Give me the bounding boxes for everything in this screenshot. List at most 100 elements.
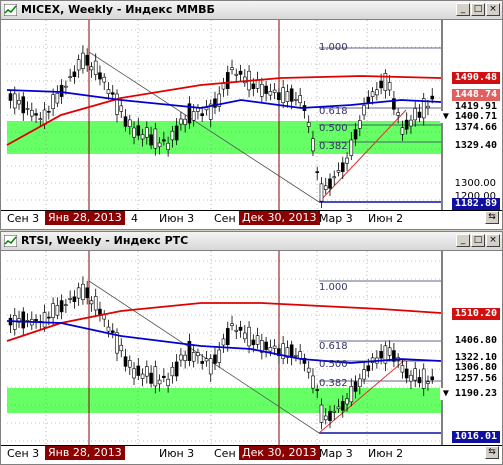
candle-body bbox=[387, 347, 392, 356]
price-label-level: 1374.66 bbox=[451, 122, 500, 134]
candle-body bbox=[332, 176, 337, 179]
candle-body bbox=[145, 366, 149, 377]
candle-body bbox=[110, 330, 115, 333]
candle-body bbox=[404, 119, 409, 130]
candle-body bbox=[64, 85, 68, 88]
x-axis-tick: Июн 2 bbox=[368, 447, 404, 460]
candle-body bbox=[323, 415, 328, 421]
candle-body bbox=[430, 95, 435, 100]
candle-body bbox=[281, 87, 285, 103]
candle-body bbox=[127, 360, 132, 368]
candle-body bbox=[204, 358, 209, 362]
candle-body bbox=[349, 139, 354, 156]
candle-body bbox=[268, 347, 273, 352]
micex-titlebar[interactable]: MICEX, Weekly - Индекс ММВБ _ □ × bbox=[1, 1, 502, 20]
x-axis-highlight-label: Янв 28, 2013 bbox=[45, 446, 125, 460]
time-axis: Сен 3 Янв 28, 2013 Июн 3 Сен Дек 30, 201… bbox=[1, 445, 502, 460]
candle-body bbox=[81, 283, 85, 300]
x-axis-tick: Мар 3 bbox=[319, 447, 353, 460]
candle-body bbox=[140, 134, 145, 140]
candle-body bbox=[323, 185, 328, 190]
candle-body bbox=[277, 92, 281, 101]
candle-body bbox=[59, 84, 64, 97]
candle-body bbox=[76, 59, 81, 71]
x-axis-tick: Июн 2 bbox=[368, 212, 404, 225]
candle-body bbox=[255, 335, 260, 345]
fib-level-label: 0.500 bbox=[319, 359, 348, 370]
candle-body bbox=[289, 88, 294, 102]
time-axis: Сен 3 Янв 28, 2013 4 Июн 3 Сен Дек 30, 2… bbox=[1, 210, 502, 225]
candle-body bbox=[17, 99, 21, 105]
candle-body bbox=[85, 54, 89, 66]
candle-body bbox=[400, 365, 405, 373]
candle-body bbox=[238, 326, 243, 331]
candle-body bbox=[166, 142, 170, 150]
candle-body bbox=[375, 89, 379, 96]
candle-body bbox=[387, 82, 392, 91]
micex-price-chart[interactable] bbox=[1, 20, 502, 210]
candle-body bbox=[196, 352, 200, 357]
minimize-button[interactable]: _ bbox=[456, 234, 470, 247]
candle-body bbox=[68, 76, 72, 79]
scroll-to-end-icon[interactable]: ⇆ bbox=[485, 211, 499, 224]
candle-body bbox=[396, 112, 400, 116]
support-zone bbox=[7, 388, 441, 413]
candle-body bbox=[311, 138, 315, 152]
rtsi-titlebar[interactable]: RTSI, Weekly - Индекс РТС _ □ × bbox=[1, 232, 502, 251]
candle-body bbox=[76, 287, 81, 299]
candle-body bbox=[272, 89, 277, 93]
price-label-low: 1182.89 bbox=[451, 198, 500, 210]
candle-body bbox=[353, 129, 358, 140]
x-axis-tick: Сен bbox=[214, 447, 236, 460]
candle-body bbox=[170, 130, 175, 141]
candle-body bbox=[362, 105, 366, 116]
price-label-ma-red: 1490.48 bbox=[451, 72, 500, 84]
x-axis-tick: Сен bbox=[214, 212, 236, 225]
scroll-to-end-icon[interactable]: ⇆ bbox=[485, 446, 499, 459]
candle-body bbox=[289, 344, 294, 358]
candle-body bbox=[294, 355, 298, 357]
candle-body bbox=[234, 329, 239, 332]
maximize-button[interactable]: □ bbox=[471, 3, 485, 16]
candle-body bbox=[123, 116, 128, 127]
rtsi-price-chart[interactable] bbox=[1, 251, 502, 445]
maximize-button[interactable]: □ bbox=[471, 234, 485, 247]
candle-body bbox=[174, 361, 179, 377]
candle-body bbox=[238, 70, 243, 75]
candle-body bbox=[264, 341, 268, 350]
candle-body bbox=[379, 80, 383, 89]
price-label-current: ▼ 1190.23 bbox=[439, 388, 500, 400]
candle-body bbox=[213, 354, 217, 364]
window-title: MICEX, Weekly - Индекс ММВБ bbox=[21, 3, 215, 16]
close-button[interactable]: × bbox=[486, 3, 500, 16]
candle-body bbox=[51, 94, 55, 109]
candle-body bbox=[196, 107, 200, 112]
candle-body bbox=[140, 373, 145, 379]
candle-body bbox=[89, 300, 94, 305]
fib-level-label: 1.000 bbox=[319, 282, 348, 293]
candle-body bbox=[183, 354, 187, 361]
candle-body bbox=[208, 358, 213, 375]
price-label-ma-red: 1510.20 bbox=[451, 308, 500, 320]
candle-body bbox=[179, 354, 183, 361]
candle-body bbox=[225, 328, 230, 345]
candle-body bbox=[145, 127, 149, 138]
candle-body bbox=[157, 142, 162, 148]
candle-body bbox=[345, 157, 349, 164]
candle-body bbox=[340, 162, 345, 172]
candle-body bbox=[362, 369, 366, 380]
price-label-level: 1329.40 bbox=[451, 140, 500, 152]
chart-window-icon bbox=[4, 4, 17, 16]
candle-body bbox=[268, 91, 273, 96]
close-button[interactable]: × bbox=[486, 234, 500, 247]
candle-body bbox=[162, 139, 166, 142]
candle-body bbox=[72, 71, 77, 77]
candle-body bbox=[358, 120, 362, 129]
candle-body bbox=[81, 52, 85, 69]
candle-body bbox=[68, 298, 72, 300]
x-axis-tick: Сен 3 bbox=[7, 447, 40, 460]
candle-body bbox=[413, 368, 418, 381]
price-label-low: 1016.01 bbox=[451, 431, 500, 443]
candle-body bbox=[243, 332, 247, 340]
minimize-button[interactable]: _ bbox=[456, 3, 470, 16]
